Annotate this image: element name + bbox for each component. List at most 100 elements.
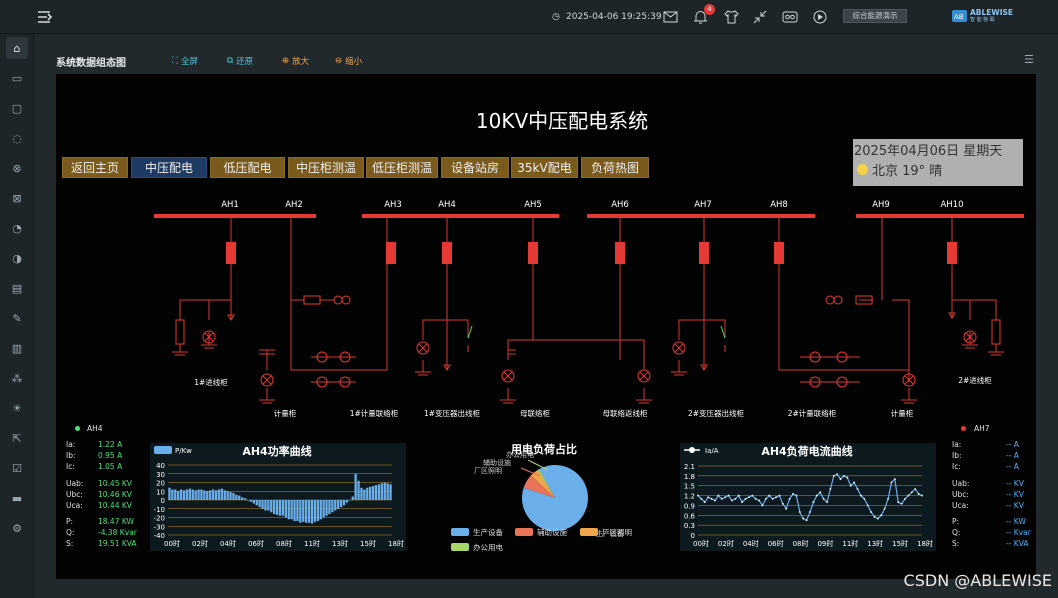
nav-heatmap-button[interactable]: 负荷热图 [581, 157, 649, 178]
breaker-AH8[interactable] [774, 242, 784, 264]
meter-key: Uca: [952, 501, 969, 510]
cabinet-name: 1#变压器出线柜 [424, 408, 481, 418]
current-point [880, 514, 883, 517]
current-point [731, 499, 733, 502]
power-bar [287, 500, 290, 520]
current-point [921, 494, 923, 497]
nav-lv-distribution-button[interactable]: 低压配电 [210, 157, 285, 178]
breaker-AH5[interactable] [528, 242, 538, 264]
power-bar [270, 500, 273, 513]
current-point [754, 497, 757, 500]
current-point [853, 481, 856, 484]
nav-home-button[interactable]: 返回主页 [62, 157, 128, 178]
meter-value: 1.22 A [98, 440, 123, 449]
y-tick-label: 0.6 [684, 512, 696, 520]
nav-mv-distribution-button[interactable]: 中压配电 [131, 157, 207, 178]
current-point [798, 511, 801, 513]
power-bar [194, 490, 197, 500]
meter-key: Q: [66, 528, 75, 537]
nav-35kv-button[interactable]: 35kV配电 [511, 157, 578, 178]
nav-mv-temp-button[interactable]: 中压柜测温 [288, 157, 364, 178]
cabinet-name: 2#进线柜 [958, 375, 992, 385]
meter-key: Ic: [66, 462, 75, 471]
cabinet-label: AH7 [694, 200, 712, 210]
y-tick-label: -40 [154, 532, 165, 540]
power-bar [351, 496, 354, 500]
watermark: CSDN @ABLEWISE [903, 571, 1052, 590]
nav-lv-temp-button[interactable]: 低压柜测温 [366, 157, 438, 178]
breaker-AH1[interactable] [226, 242, 236, 264]
x-tick-label: 08时 [276, 539, 292, 548]
cabinet-label: AH3 [384, 200, 402, 210]
pie-callout-label: 厂区照明 [474, 467, 502, 475]
breaker-AH6[interactable] [615, 242, 625, 264]
cabinet-name: 1#计量联络柜 [350, 408, 399, 418]
breaker-AH10[interactable] [947, 242, 957, 264]
pie-callout-label: 辅助设施 [483, 458, 511, 467]
cabinet-label: AH2 [285, 200, 303, 210]
current-point [876, 517, 879, 520]
y-tick-label: 1.2 [684, 493, 695, 501]
power-bar [185, 489, 189, 500]
power-bar [348, 500, 351, 501]
power-bar [322, 500, 325, 518]
power-bar [371, 486, 375, 500]
pt-icon [825, 295, 835, 305]
cabinet-label: AH5 [524, 200, 542, 210]
power-bar [220, 488, 223, 500]
breaker-AH4[interactable] [442, 242, 452, 264]
meter-value: -- KW [1006, 517, 1026, 526]
callout-line [527, 459, 549, 471]
busbar-4 [856, 214, 1024, 218]
power-chart-title: AH4功率曲线 [242, 444, 311, 458]
meter-value: -- A [1006, 451, 1019, 460]
current-point [795, 494, 798, 497]
breaker-AH3[interactable] [386, 242, 396, 264]
meter-key: P: [66, 517, 74, 526]
current-point [829, 488, 832, 490]
power-bar [325, 500, 328, 516]
current-point [792, 493, 794, 495]
current-point [717, 494, 720, 497]
current-point [812, 501, 815, 504]
current-point [839, 478, 842, 481]
current-point [781, 502, 784, 505]
nav-station-button[interactable]: 设备站房 [441, 157, 509, 178]
y-tick-label: 20 [156, 480, 165, 488]
pie-legend-swatch [515, 528, 533, 536]
weather-widget: 2025年04月06日 星期天 北京 19° 晴 [853, 139, 1023, 186]
single-line-diagram: 10KV中压配电系统 AH1 AH2 AH3 AH4 AH5 AH6 AH7 A… [150, 109, 1024, 552]
current-chart-legend-dot [689, 447, 695, 453]
current-point [703, 501, 706, 504]
power-bar [273, 500, 276, 514]
power-bar [319, 500, 322, 520]
x-tick-label: 04时 [220, 539, 236, 548]
current-point [714, 499, 716, 502]
meter-key: Ic: [952, 462, 961, 471]
breaker-AH7[interactable] [699, 242, 709, 264]
power-bar [345, 500, 349, 503]
power-bar [179, 489, 183, 500]
power-bar [337, 500, 340, 509]
power-bar [275, 500, 279, 515]
y-tick-label: 1.5 [684, 483, 695, 491]
power-bar [171, 489, 174, 500]
power-bar [249, 500, 253, 502]
cabinet-name: 计量柜 [891, 408, 914, 418]
power-bar [223, 490, 226, 500]
power-chart-legend: P/Kw [175, 447, 192, 455]
current-point [893, 478, 896, 481]
current-point [697, 494, 699, 497]
meter-key: Uab: [952, 479, 970, 488]
meter-key: Ia: [952, 440, 962, 449]
power-bar [235, 494, 238, 500]
meter-key: Ib: [952, 451, 962, 460]
power-chart-legend-swatch [154, 446, 172, 454]
fuse-icon [303, 295, 321, 305]
y-tick-label: 0 [691, 532, 695, 540]
current-point [788, 497, 791, 500]
power-bar [217, 489, 221, 500]
current-point [832, 474, 835, 477]
power-bar [203, 490, 206, 500]
power-bar [211, 489, 215, 500]
